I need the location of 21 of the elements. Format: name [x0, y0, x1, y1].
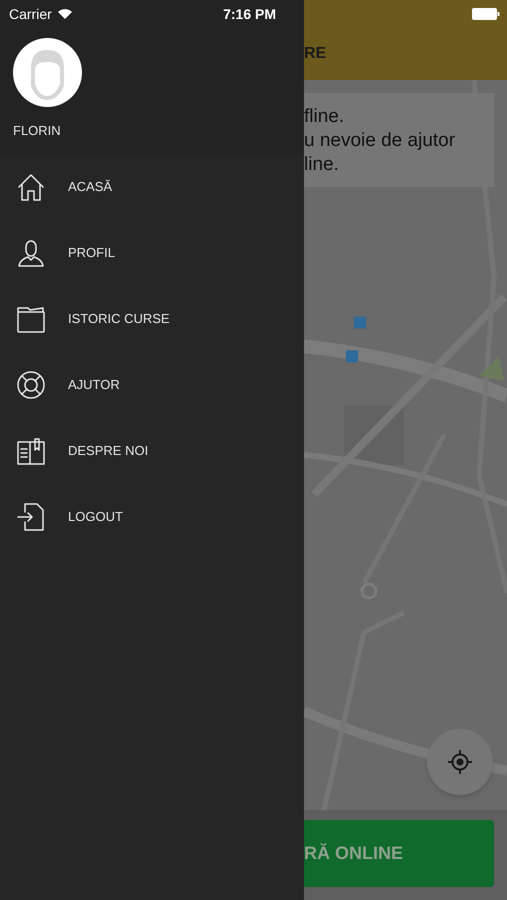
logout-icon	[16, 502, 46, 532]
book-icon	[16, 436, 46, 466]
wifi-icon	[56, 8, 73, 20]
home-icon	[16, 172, 46, 202]
crosshair-icon	[447, 749, 473, 775]
menu-item[interactable]: DESPRE NOI	[0, 418, 304, 484]
battery-icon	[472, 8, 500, 20]
person-icon	[16, 238, 46, 268]
notice-text: u nevoie de ajutor	[304, 129, 456, 153]
menu-item[interactable]: ACASĂ	[0, 154, 304, 220]
notice-text: fline.	[304, 105, 344, 129]
lifebuoy-icon	[16, 370, 46, 400]
status-time: 7:16 PM	[223, 4, 276, 24]
menu-item[interactable]: PROFIL	[0, 220, 304, 286]
notice-text: line.	[304, 153, 339, 177]
menu-item[interactable]: LOGOUT	[0, 484, 304, 550]
menu-item[interactable]: ISTORIC CURSE	[0, 286, 304, 352]
menu-item[interactable]: AJUTOR	[0, 352, 304, 418]
carrier-label: Carrier	[9, 4, 52, 24]
header-title: RE	[304, 44, 326, 64]
user-name: FLORIN	[13, 122, 61, 140]
